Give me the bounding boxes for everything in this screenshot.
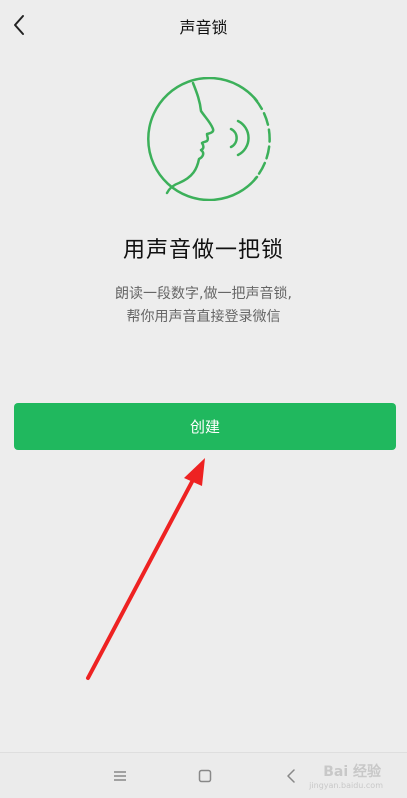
system-back-button[interactable] bbox=[279, 765, 303, 787]
home-button[interactable] bbox=[193, 765, 217, 787]
menu-button[interactable] bbox=[108, 765, 132, 787]
description-line-2: 帮你用声音直接登录微信 bbox=[126, 309, 281, 325]
menu-icon bbox=[114, 771, 126, 781]
baidu-watermark: Bai 经验 bbox=[323, 764, 381, 780]
top-bar: 声音锁 bbox=[0, 0, 407, 50]
square-home-icon bbox=[198, 769, 212, 783]
page-title: 声音锁 bbox=[179, 18, 228, 37]
headline: 用声音做一把锁 bbox=[122, 238, 284, 263]
voice-lock-screen: 声音锁 用声音做一把锁 朗读一段数字,做一把声音锁, 帮你用声音直接登录微信 创… bbox=[0, 0, 407, 798]
description: 朗读一段数字,做一把声音锁, 帮你用声音直接登录微信 bbox=[0, 283, 407, 329]
back-triangle-icon bbox=[287, 769, 295, 783]
description-line-1: 朗读一段数字,做一把声音锁, bbox=[115, 286, 292, 302]
system-nav-bar: Bai 经验 jingyan.baidu.com bbox=[0, 752, 407, 798]
voice-face-icon bbox=[147, 77, 271, 201]
baidu-watermark-sub: jingyan.baidu.com bbox=[309, 781, 383, 790]
create-button[interactable]: 创建 bbox=[14, 403, 396, 450]
